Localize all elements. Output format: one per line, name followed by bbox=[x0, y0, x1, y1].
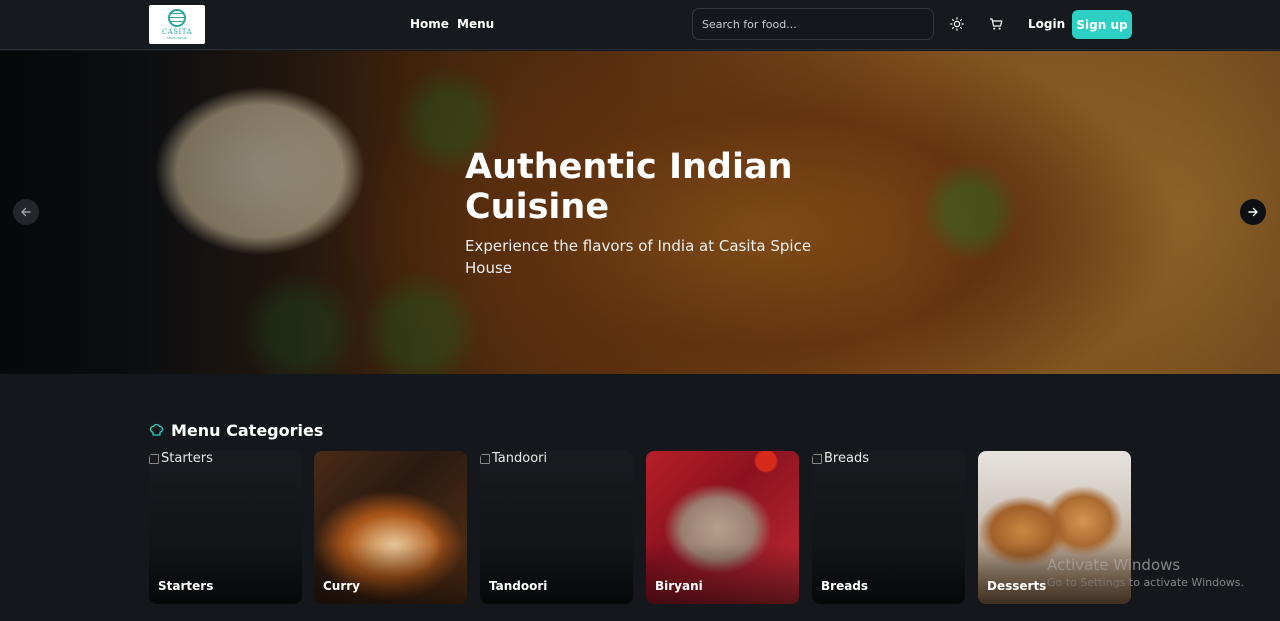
image-alt-text: Tandoori bbox=[492, 451, 548, 466]
signup-button[interactable]: Sign up bbox=[1072, 10, 1132, 39]
cart-icon bbox=[990, 18, 1003, 30]
category-label: Starters bbox=[158, 579, 214, 593]
nav-menu-link[interactable]: Menu bbox=[457, 17, 494, 31]
category-label: Biryani bbox=[655, 579, 703, 593]
broken-image-alt: Tandoori bbox=[480, 451, 547, 466]
login-link[interactable]: Login bbox=[1028, 17, 1065, 31]
menu-categories-heading: Menu Categories bbox=[149, 421, 323, 440]
category-card-curry[interactable]: Curry bbox=[314, 451, 467, 604]
sun-icon bbox=[950, 17, 964, 31]
category-card-tandoori[interactable]: Tandoori Tandoori bbox=[480, 451, 633, 604]
carousel-next-button[interactable] bbox=[1240, 199, 1266, 225]
search-input[interactable] bbox=[692, 8, 934, 40]
arrow-right-icon bbox=[1248, 207, 1258, 217]
broken-image-alt: Starters bbox=[149, 451, 213, 466]
hero-title: Authentic Indian Cuisine bbox=[465, 147, 793, 227]
hero-banner: Authentic Indian Cuisine Experience the … bbox=[0, 51, 1280, 374]
broken-image-icon bbox=[149, 453, 159, 464]
category-card-starters[interactable]: Starters Starters bbox=[149, 451, 302, 604]
category-card-desserts[interactable]: Desserts bbox=[978, 451, 1131, 604]
logo-text: CASITA bbox=[161, 28, 193, 36]
image-alt-text: Breads bbox=[824, 451, 869, 466]
cart-button[interactable] bbox=[986, 14, 1006, 34]
arrow-left-icon bbox=[21, 207, 31, 217]
category-label: Curry bbox=[323, 579, 361, 593]
top-navbar: CASITA SPICE HOUSE Home Menu Login Sign … bbox=[0, 0, 1280, 50]
nav-home-link[interactable]: Home bbox=[410, 17, 449, 31]
category-label: Tandoori bbox=[489, 579, 548, 593]
hero-subtitle: Experience the flavors of India at Casit… bbox=[465, 237, 812, 277]
logo-subtext: SPICE HOUSE bbox=[166, 36, 188, 40]
category-label: Desserts bbox=[987, 579, 1047, 593]
category-card-breads[interactable]: Breads Breads bbox=[812, 451, 965, 604]
image-alt-text: Starters bbox=[161, 451, 213, 466]
globe-icon bbox=[168, 9, 186, 27]
category-card-biryani[interactable]: Biryani bbox=[646, 451, 799, 604]
chef-hat-icon bbox=[149, 423, 164, 436]
carousel-prev-button[interactable] bbox=[13, 199, 39, 225]
casita-logo[interactable]: CASITA SPICE HOUSE bbox=[149, 5, 205, 44]
broken-image-icon bbox=[480, 453, 490, 464]
broken-image-alt: Breads bbox=[812, 451, 869, 466]
menu-categories-title: Menu Categories bbox=[171, 421, 324, 440]
theme-toggle-button[interactable] bbox=[947, 14, 967, 34]
category-label: Breads bbox=[821, 579, 869, 593]
broken-image-icon bbox=[812, 453, 822, 464]
hero-text: Authentic Indian Cuisine Experience the … bbox=[465, 147, 825, 279]
